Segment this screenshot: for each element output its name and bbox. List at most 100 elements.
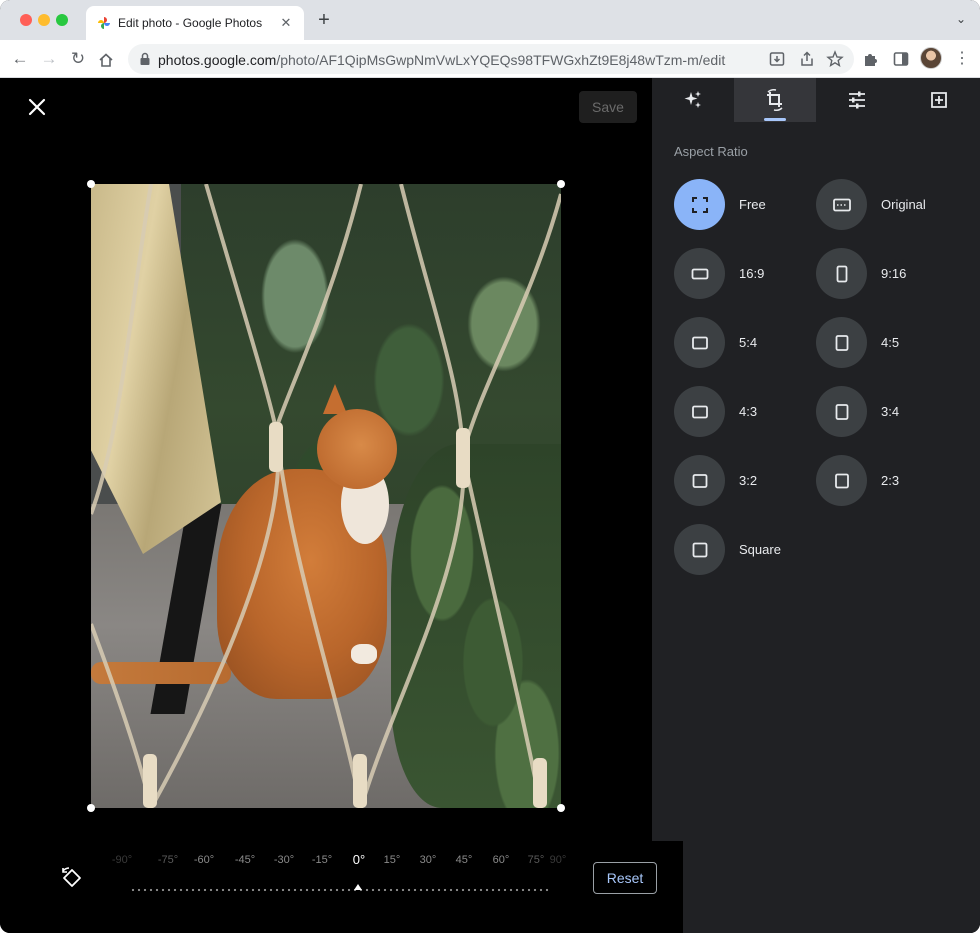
photo-crop-area[interactable] (91, 184, 561, 808)
photo-editor: Save -90° -75° -60° -45° -30° -15° 0° 15… (0, 78, 980, 933)
url-path: /photo/AF1QipMsGwpNmVwLxYQEQs98TFWGxhZt9… (276, 52, 726, 68)
straighten-dial[interactable]: -90° -75° -60° -45° -30° -15° 0° 15° 30°… (112, 846, 566, 906)
ratio-button[interactable] (674, 386, 725, 437)
url-text: photos.google.com/photo/AF1QipMsGwpNmVwL… (158, 52, 725, 68)
adjust-sliders-icon (849, 91, 865, 109)
tab-strip: Edit photo - Google Photos ✕ + ⌄ (0, 0, 980, 40)
landscape-ratio-icon (692, 336, 708, 350)
tab-search-chevron-icon[interactable]: ⌄ (956, 12, 966, 26)
dial-label: 30° (419, 854, 437, 866)
panel-footer-area (683, 841, 980, 933)
ratio-option-square[interactable]: Square (674, 524, 814, 576)
aspect-ratio-heading: Aspect Ratio (674, 144, 748, 159)
zoom-window-button[interactable] (56, 14, 68, 26)
dial-label: -30° (273, 854, 295, 866)
dial-label: 75° (527, 854, 545, 866)
ratio-button[interactable] (816, 455, 867, 506)
free-crop-icon (692, 197, 708, 213)
install-app-icon[interactable] (768, 50, 786, 68)
ratio-button[interactable] (674, 248, 725, 299)
edit-side-panel: Aspect Ratio Free Original 16:9 9:16 5:4… (652, 78, 980, 841)
close-tab-icon[interactable]: ✕ (276, 13, 296, 33)
ratio-option-9-16[interactable]: 9:16 (816, 248, 956, 300)
ratio-label: Original (881, 197, 926, 212)
ratio-button[interactable] (674, 524, 725, 575)
ratio-label: 2:3 (881, 473, 900, 488)
dial-label: -90° (111, 854, 133, 866)
ratio-option-4-3[interactable]: 4:3 (674, 386, 814, 438)
new-tab-icon[interactable]: + (312, 9, 336, 33)
reload-icon[interactable]: ↻ (65, 46, 91, 72)
ratio-label: 3:4 (881, 404, 900, 419)
profile-avatar[interactable] (920, 47, 942, 69)
minimize-window-button[interactable] (38, 14, 50, 26)
address-bar[interactable]: photos.google.com/photo/AF1QipMsGwpNmVwL… (128, 44, 854, 74)
home-icon[interactable] (98, 52, 114, 68)
ratio-label: 3:2 (739, 473, 758, 488)
ratio-button[interactable] (816, 386, 867, 437)
dial-label: -15° (311, 854, 333, 866)
browser-menu-icon[interactable]: ⋮ (954, 49, 970, 69)
dial-label: 45° (455, 854, 473, 866)
dial-current-angle: 0° (352, 852, 366, 867)
ratio-option-original[interactable]: Original (816, 179, 966, 231)
ratio-button[interactable] (816, 248, 867, 299)
crop-handle-bottom-left[interactable] (87, 804, 95, 812)
ratio-option-5-4[interactable]: 5:4 (674, 317, 814, 369)
portrait-ratio-icon (835, 335, 849, 351)
extensions-puzzle-icon[interactable] (862, 50, 880, 68)
tab-crop[interactable] (734, 78, 816, 122)
crop-rotate-icon (767, 89, 783, 111)
ratio-label: 4:5 (881, 335, 900, 350)
close-window-button[interactable] (20, 14, 32, 26)
dial-tick-marks (130, 888, 550, 892)
landscape-ratio-icon (692, 405, 708, 419)
square-ratio-icon (692, 542, 708, 558)
ratio-label: 16:9 (739, 266, 765, 281)
browser-tab[interactable]: Edit photo - Google Photos ✕ (86, 6, 304, 40)
google-photos-icon (98, 17, 110, 29)
edit-tool-tabs (652, 78, 980, 122)
crop-handle-top-left[interactable] (87, 180, 95, 188)
rotate-icon[interactable] (60, 866, 84, 890)
tab-suggestions[interactable] (652, 78, 734, 122)
ratio-option-3-4[interactable]: 3:4 (816, 386, 956, 438)
ratio-label: Free (739, 197, 766, 212)
ratio-option-free[interactable]: Free (674, 179, 814, 231)
side-panel-icon[interactable] (892, 50, 910, 68)
ratio-option-4-5[interactable]: 4:5 (816, 317, 956, 369)
ratio-label: 9:16 (881, 266, 907, 281)
bookmark-star-icon[interactable] (826, 50, 844, 68)
ratio-button[interactable] (674, 179, 725, 230)
forward-arrow-icon[interactable]: → (36, 46, 62, 72)
crop-handle-bottom-right[interactable] (557, 804, 565, 812)
ratio-button[interactable] (674, 455, 725, 506)
photo-net-overlay (91, 184, 561, 808)
url-host: photos.google.com (158, 52, 277, 68)
ratio-option-16-9[interactable]: 16:9 (674, 248, 814, 300)
ratio-option-2-3[interactable]: 2:3 (816, 455, 956, 507)
ratio-button[interactable] (674, 317, 725, 368)
tab-adjust[interactable] (816, 78, 898, 122)
auto-enhance-icon (684, 91, 701, 108)
portrait-ratio-icon (836, 265, 848, 283)
ratio-label: 5:4 (739, 335, 758, 350)
ratio-button[interactable] (816, 179, 867, 230)
close-icon[interactable] (24, 94, 50, 120)
ratio-option-3-2[interactable]: 3:2 (674, 455, 814, 507)
dial-label: 60° (492, 854, 510, 866)
crop-handle-top-right[interactable] (557, 180, 565, 188)
tab-markup[interactable] (898, 78, 980, 122)
save-button[interactable]: Save (579, 91, 637, 123)
dial-label: -75° (157, 854, 179, 866)
back-arrow-icon[interactable]: ← (7, 46, 33, 72)
dial-pointer (354, 884, 362, 890)
browser-toolbar: ← → ↻ photos.google.com/photo/AF1QipMsGw… (0, 40, 980, 78)
ratio-button[interactable] (816, 317, 867, 368)
share-icon[interactable] (798, 50, 816, 68)
browser-window: Edit photo - Google Photos ✕ + ⌄ ← → ↻ p… (0, 0, 980, 933)
active-tab-indicator (764, 118, 786, 121)
ratio-label: Square (739, 542, 781, 557)
tab-title: Edit photo - Google Photos (118, 16, 263, 30)
reset-button[interactable]: Reset (593, 862, 657, 894)
